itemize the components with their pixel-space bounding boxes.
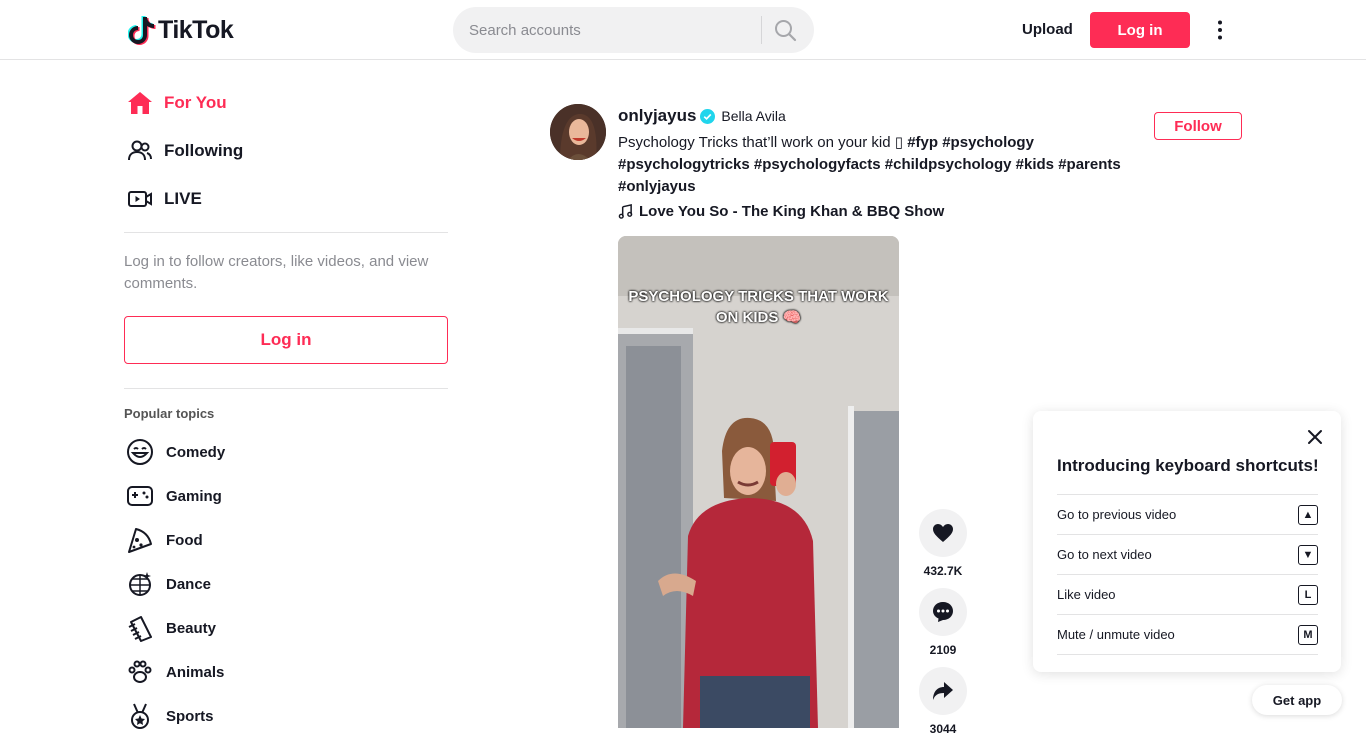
video-player[interactable]: PSYCHOLOGY TRICKS THAT WORK ON KIDS 🧠 <box>618 236 899 728</box>
nav-label: LIVE <box>164 189 202 208</box>
tiktok-logo[interactable]: TikTok <box>128 14 234 46</box>
hashtag-link[interactable]: #onlyjayus <box>618 178 696 195</box>
heart-icon <box>933 524 953 542</box>
topic-comedy[interactable]: Comedy <box>124 432 424 472</box>
hashtag-link[interactable]: #psychology <box>942 134 1034 151</box>
shortcut-row: Mute / unmute video M <box>1057 614 1318 654</box>
author-avatar[interactable] <box>550 104 606 160</box>
shortcut-label: Mute / unmute video <box>1057 627 1175 642</box>
comment-action: 2109 <box>919 588 967 657</box>
shortcut-label: Go to next video <box>1057 547 1152 562</box>
arrow-up-key-icon: ▲ <box>1298 504 1318 525</box>
tiktok-logo-icon <box>128 16 156 45</box>
like-count: 432.7K <box>923 564 963 578</box>
popular-topics-title: Popular topics <box>124 406 215 421</box>
shortcuts-title: Introducing keyboard shortcuts! <box>1057 456 1319 475</box>
share-arrow-icon <box>933 682 953 700</box>
search-bar <box>453 7 814 53</box>
nav-label: For You <box>164 93 227 112</box>
nav-item-live[interactable]: LIVE <box>124 179 448 219</box>
comment-button[interactable] <box>919 588 967 636</box>
nav-item-following[interactable]: Following <box>124 131 448 171</box>
home-icon <box>124 87 156 119</box>
live-icon <box>124 183 156 215</box>
video-caption: Psychology Tricks that’ll work on your k… <box>618 132 1138 198</box>
divider <box>1057 654 1318 655</box>
logo-text: TikTok <box>158 15 234 44</box>
music-link[interactable]: Love You So - The King Khan & BBQ Show <box>618 203 944 220</box>
close-icon[interactable] <box>1305 427 1325 447</box>
topic-label: Sports <box>166 707 214 725</box>
shortcut-row: Like video L <box>1057 574 1318 614</box>
hashtag-link[interactable]: #psychologytricks <box>618 156 750 173</box>
topic-label: Beauty <box>166 619 217 637</box>
medal-icon <box>124 700 156 732</box>
pizza-icon <box>124 524 156 556</box>
shortcut-row: Go to previous video ▲ <box>1057 494 1318 534</box>
search-divider <box>761 16 762 44</box>
follow-button[interactable]: Follow <box>1154 112 1242 140</box>
nav-item-for-you[interactable]: For You <box>124 83 448 123</box>
topic-label: Food <box>166 531 203 549</box>
people-icon <box>124 135 156 167</box>
comb-icon <box>124 612 156 644</box>
divider <box>124 388 448 389</box>
topic-beauty[interactable]: Beauty <box>124 608 424 648</box>
video-overlay-text: PSYCHOLOGY TRICKS THAT WORK ON KIDS 🧠 <box>628 288 889 326</box>
upload-button[interactable]: Upload <box>1012 12 1083 46</box>
paw-icon <box>124 656 156 688</box>
comment-icon <box>933 602 953 622</box>
author-info: onlyjayus Bella Avila <box>618 106 786 126</box>
like-button[interactable] <box>919 509 967 557</box>
top-header: TikTok Upload Log in <box>0 0 1366 60</box>
gamepad-icon <box>124 480 156 512</box>
hashtag-link[interactable]: #parents <box>1058 156 1121 173</box>
search-icon[interactable] <box>773 18 797 42</box>
m-key-icon: M <box>1298 624 1318 645</box>
disco-ball-icon <box>124 568 156 600</box>
topic-food[interactable]: Food <box>124 520 424 560</box>
sidebar-login-button[interactable]: Log in <box>124 316 448 364</box>
author-nickname: Bella Avila <box>721 108 786 124</box>
caption-text: Psychology Tricks that’ll work on your k… <box>618 134 904 151</box>
topic-label: Dance <box>166 575 212 593</box>
comment-count: 2109 <box>929 643 957 657</box>
shortcut-label: Like video <box>1057 587 1116 602</box>
share-action: 3044 <box>919 667 967 736</box>
share-button[interactable] <box>919 667 967 715</box>
topic-label: Comedy <box>166 443 226 461</box>
topic-label: Animals <box>166 663 225 681</box>
divider <box>124 232 448 233</box>
hashtag-link[interactable]: #psychologyfacts <box>754 156 881 173</box>
shortcut-label: Go to previous video <box>1057 507 1177 522</box>
l-key-icon: L <box>1298 584 1318 605</box>
topic-label: Gaming <box>166 487 222 505</box>
topic-animals[interactable]: Animals <box>124 652 424 692</box>
smile-icon <box>124 436 156 468</box>
get-app-button[interactable]: Get app <box>1252 685 1342 715</box>
more-options-icon[interactable] <box>1208 18 1232 42</box>
music-title: Love You So - The King Khan & BBQ Show <box>639 203 945 220</box>
author-username[interactable]: onlyjayus <box>618 106 696 126</box>
header-login-button[interactable]: Log in <box>1090 12 1190 48</box>
arrow-down-key-icon: ▼ <box>1298 544 1318 565</box>
topic-dance[interactable]: Dance <box>124 564 424 604</box>
shortcut-row: Go to next video ▼ <box>1057 534 1318 574</box>
music-note-icon <box>618 204 633 219</box>
hashtag-link[interactable]: #childpsychology <box>885 156 1012 173</box>
topic-sports[interactable]: Sports <box>124 696 424 736</box>
search-input[interactable] <box>469 21 759 39</box>
verified-badge-icon <box>700 108 716 124</box>
share-count: 3044 <box>929 722 957 736</box>
nav-label: Following <box>164 141 244 160</box>
topic-gaming[interactable]: Gaming <box>124 476 424 516</box>
hashtag-link[interactable]: #kids <box>1016 156 1054 173</box>
like-action: 432.7K <box>919 509 967 578</box>
login-hint-text: Log in to follow creators, like videos, … <box>124 253 429 292</box>
keyboard-shortcuts-panel: Introducing keyboard shortcuts! Go to pr… <box>1033 411 1341 672</box>
hashtag-link[interactable]: #fyp <box>907 134 938 151</box>
